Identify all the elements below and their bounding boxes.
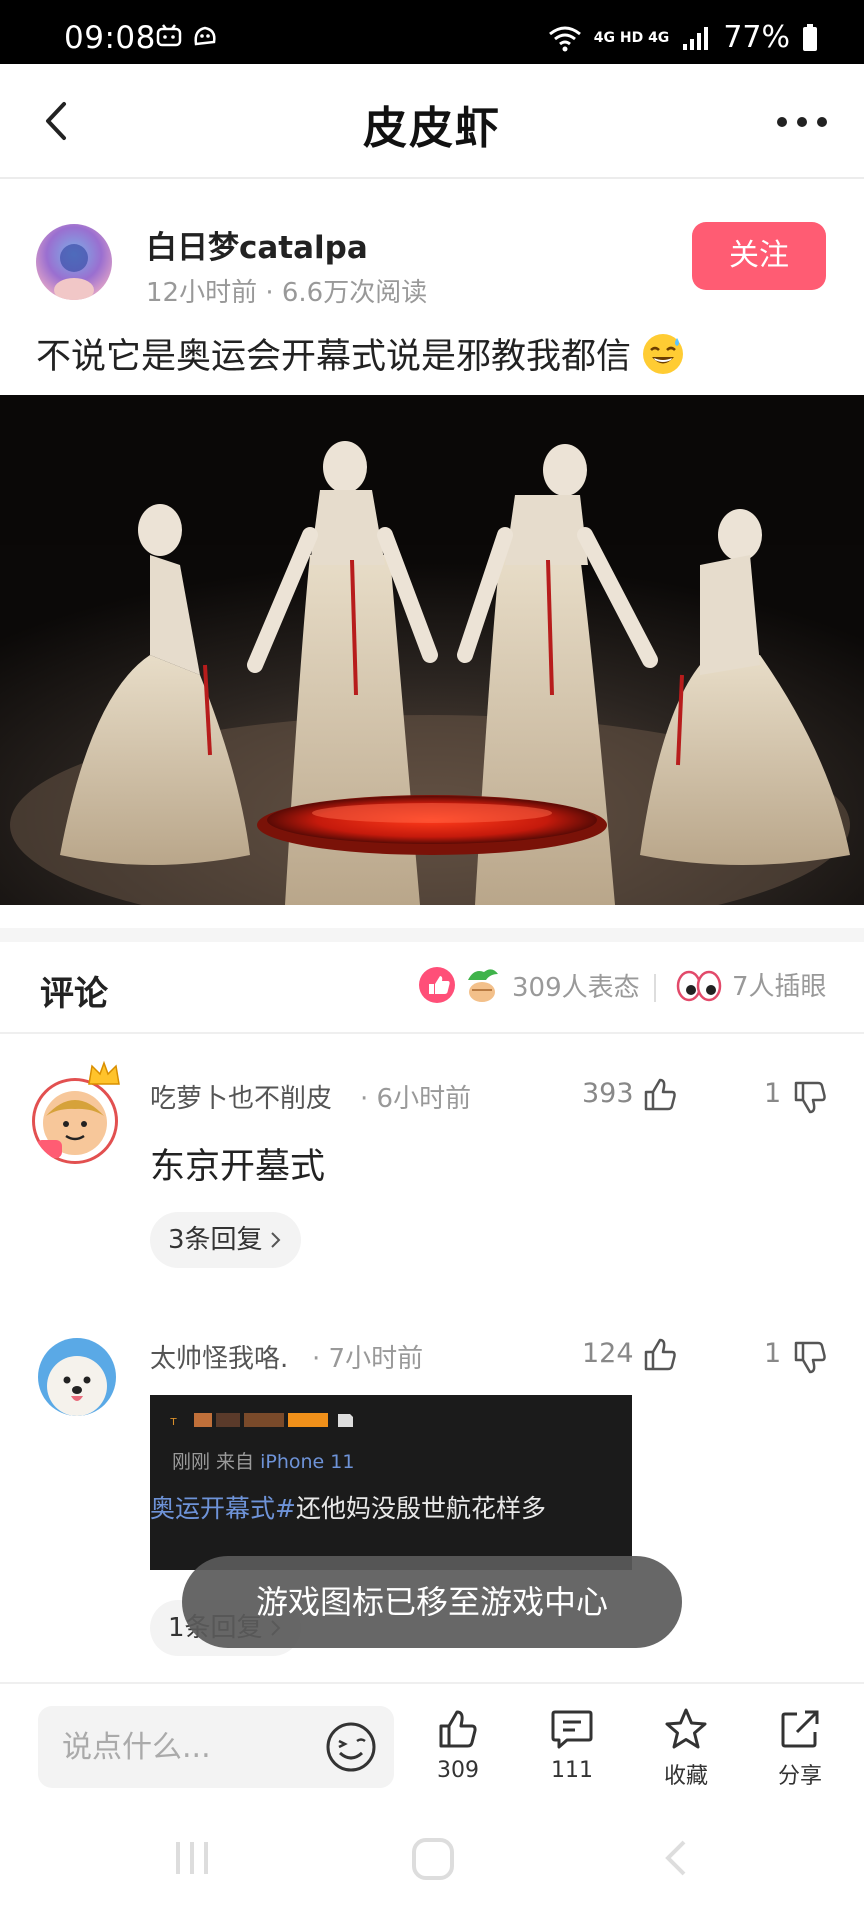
share-label: 分享 xyxy=(777,1764,822,1789)
comment-input-box[interactable] xyxy=(38,1706,394,1788)
favorite-action[interactable]: 收藏 xyxy=(646,1706,726,1790)
status-time: 09:08 xyxy=(64,20,156,56)
follow-button[interactable]: 关注 xyxy=(692,222,826,290)
dislike-count: 1 xyxy=(764,1078,782,1109)
author-name[interactable]: 白日梦catalpa xyxy=(146,222,368,267)
favorite-label: 收藏 xyxy=(663,1764,708,1789)
comments-title: 评论 xyxy=(40,974,108,1014)
reactions-count: 309人表态 xyxy=(512,972,640,1003)
post-text: 不说它是奥运会开幕式说是邪教我都信 xyxy=(36,337,632,377)
screenshot-text: 奥运开幕式#还他妈没殷世航花样多 xyxy=(150,1489,546,1525)
system-nav-bar xyxy=(0,1806,864,1920)
comment-input[interactable] xyxy=(62,1706,322,1788)
reactions-summary[interactable]: 309人表态 xyxy=(418,966,640,1004)
author-avatar[interactable] xyxy=(36,224,112,300)
battery-icon xyxy=(803,23,817,51)
comment-text: 东京开墓式 xyxy=(150,1147,326,1187)
screenshot-hashtag: 奥运开幕式# xyxy=(150,1494,296,1523)
comment-image[interactable]: ᴛ 刚刚 来自 iPhone 11 奥运开幕式#还他妈没殷世航花样多 xyxy=(150,1395,632,1570)
network-type-label: 4G HD 4G xyxy=(593,29,670,46)
status-right: 4G HD 4G 77% xyxy=(548,20,818,55)
like-count: 124 xyxy=(582,1338,634,1369)
comments-header-divider xyxy=(0,1032,864,1034)
svg-text:ᴛ: ᴛ xyxy=(170,1414,177,1428)
comment-time: · 7小时前 xyxy=(312,1344,424,1374)
post-text-row: 不说它是奥运会开幕式说是邪教我都信 xyxy=(36,328,685,379)
thumbs-up-icon[interactable] xyxy=(640,1334,680,1374)
section-divider xyxy=(0,928,864,942)
post-image[interactable] xyxy=(0,395,864,905)
replies-label: 3条回复 xyxy=(168,1225,263,1255)
app-notification-icon xyxy=(194,26,216,46)
like-action[interactable]: 309 xyxy=(418,1706,498,1783)
thumbs-up-icon xyxy=(439,1710,477,1748)
comment-count-label: 111 xyxy=(551,1758,593,1783)
commenter-name[interactable]: 吃萝卜也不削皮 xyxy=(150,1078,332,1115)
dislike-count: 1 xyxy=(764,1338,782,1369)
screenshot-sub-device: iPhone 11 xyxy=(260,1451,355,1473)
comment-action[interactable]: 111 xyxy=(532,1706,612,1783)
comment-icon xyxy=(551,1710,593,1749)
commenter-name[interactable]: 太帅怪我咯. xyxy=(150,1338,288,1375)
like-count: 393 xyxy=(582,1078,634,1109)
battery-percent: 77% xyxy=(723,20,790,55)
app-title: 皮皮虾 xyxy=(363,103,501,154)
star-icon xyxy=(665,1708,707,1749)
thumbs-down-icon[interactable] xyxy=(790,1338,830,1378)
crown-icon xyxy=(88,1060,120,1085)
hand-reaction-icon xyxy=(468,969,498,1002)
sweat-smile-emoji-icon xyxy=(643,333,684,374)
more-options-icon[interactable] xyxy=(772,104,832,140)
share-icon xyxy=(781,1710,819,1748)
commenter-avatar[interactable] xyxy=(32,1078,118,1164)
home-icon[interactable] xyxy=(410,1836,456,1882)
eye-count: 7人插眼 xyxy=(732,972,827,1002)
bilibili-icon xyxy=(156,24,182,47)
signal-icon xyxy=(683,26,709,50)
emoji-icon[interactable] xyxy=(324,1720,378,1774)
status-notification-icons xyxy=(156,24,218,48)
thumbs-down-icon[interactable] xyxy=(790,1078,830,1118)
thumbs-up-reaction-icon xyxy=(419,967,455,1003)
chevron-right-icon xyxy=(270,1232,280,1248)
view-replies-button[interactable]: 3条回复 xyxy=(150,1212,301,1268)
back-nav-icon[interactable] xyxy=(658,1836,694,1880)
screenshot-body: 还他妈没殷世航花样多 xyxy=(295,1494,546,1523)
redacted-header-bar: ᴛ xyxy=(170,1413,353,1428)
eyes-icon xyxy=(676,970,722,1001)
comment-time: · 6小时前 xyxy=(360,1084,472,1114)
share-action[interactable]: 分享 xyxy=(760,1706,840,1790)
screenshot-sub-prefix: 刚刚 来自 xyxy=(172,1451,255,1473)
toast-message: 游戏图标已移至游戏中心 xyxy=(182,1556,682,1648)
like-count-label: 309 xyxy=(437,1758,479,1783)
screenshot-subtitle: 刚刚 来自 iPhone 11 xyxy=(172,1447,354,1474)
top-bar: 皮皮虾 xyxy=(0,64,864,179)
header-vertical-divider xyxy=(654,974,656,1002)
eye-summary[interactable]: 7人插眼 xyxy=(676,966,827,1003)
recent-apps-icon[interactable] xyxy=(170,1836,214,1880)
thumbs-up-icon[interactable] xyxy=(640,1074,680,1114)
wifi-icon xyxy=(548,26,581,51)
status-bar: 09:08 4G HD 4G 77% xyxy=(0,0,864,64)
commenter-avatar[interactable] xyxy=(38,1338,116,1416)
bottom-action-bar: 309 111 收藏 分享 xyxy=(0,1682,864,1806)
post-meta: 12小时前 · 6.6万次阅读 xyxy=(146,278,428,308)
